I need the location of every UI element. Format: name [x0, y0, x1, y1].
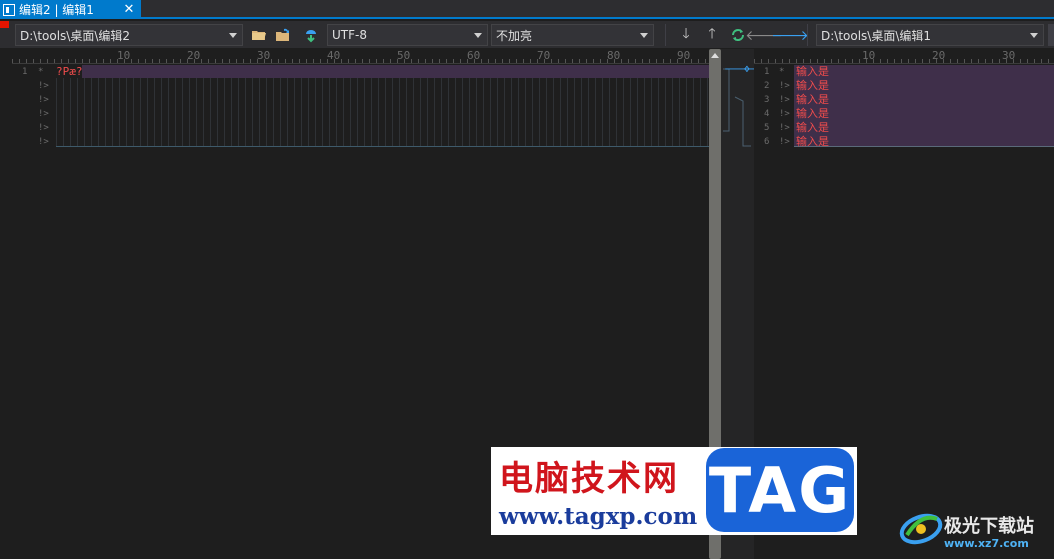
- highlight-select[interactable]: 不加亮: [491, 24, 654, 46]
- line-mark: !>: [779, 109, 790, 119]
- line-mark: *: [779, 67, 785, 77]
- right-ruler: 10 20 30: [754, 49, 1054, 64]
- watermark-site-url: www.xz7.com: [944, 537, 1029, 550]
- highlight-value: 不加亮: [496, 28, 533, 43]
- line-mark: !>: [38, 81, 49, 91]
- line-mark: !>: [38, 123, 49, 133]
- right-path-select[interactable]: D:\tools\桌面\编辑1: [816, 24, 1044, 46]
- watermark-url: www.tagxp.com: [499, 503, 698, 530]
- line-mark: !>: [779, 137, 790, 147]
- ruler-marks: [12, 59, 709, 63]
- toolbar-separator: [807, 24, 808, 46]
- toolbar-overflow: [1048, 24, 1054, 46]
- line-number: 5: [764, 123, 770, 133]
- diff-highlight: [794, 65, 1054, 147]
- chevron-down-icon: [229, 33, 237, 38]
- line-number: 4: [764, 109, 770, 119]
- line-mark: !>: [779, 95, 790, 105]
- diff-highlight: [82, 65, 709, 78]
- right-path-value: D:\tools\桌面\编辑1: [821, 28, 932, 43]
- line-number: 3: [764, 95, 770, 105]
- code-line[interactable]: 输入是: [796, 93, 829, 107]
- next-diff-icon[interactable]: 🡓: [676, 25, 696, 45]
- compare-file-icon: [3, 3, 15, 16]
- ruler-marks: [754, 59, 1054, 63]
- encoding-select[interactable]: UTF-8: [327, 24, 488, 46]
- chevron-down-icon: [640, 33, 648, 38]
- code-line[interactable]: 输入是: [796, 65, 829, 79]
- placeholder-lines: [56, 78, 709, 147]
- toolbar-separator: [665, 24, 666, 46]
- left-path-select[interactable]: D:\tools\桌面\编辑2: [15, 24, 243, 46]
- close-icon[interactable]: ✕: [121, 2, 137, 17]
- line-mark: !>: [38, 137, 49, 147]
- watermark-site-name: 极光下载站: [944, 516, 1034, 537]
- line-number: 2: [764, 81, 770, 91]
- line-mark: !>: [779, 81, 790, 91]
- watermark-tag-logo: TAG: [706, 448, 854, 532]
- line-mark: *: [38, 67, 44, 77]
- code-line[interactable]: 输入是: [796, 121, 829, 135]
- tab-strip: 编辑2 | 编辑1 ✕: [0, 0, 1054, 19]
- scroll-up-icon[interactable]: [711, 53, 719, 58]
- reload-folder-icon[interactable]: [273, 25, 293, 45]
- left-ruler: 10 20 30 40 50 60 70 80 90: [12, 49, 709, 64]
- code-line[interactable]: 输入是: [796, 135, 829, 149]
- left-path-value: D:\tools\桌面\编辑2: [20, 28, 131, 43]
- line-mark: !>: [38, 95, 49, 105]
- code-line[interactable]: ?Pæ?: [56, 65, 83, 79]
- watermark-title: 电脑技术网: [499, 459, 679, 499]
- line-number: 6: [764, 137, 770, 147]
- open-folder-icon[interactable]: [249, 25, 269, 45]
- chevron-down-icon: [1030, 33, 1038, 38]
- aurora-logo-icon: [897, 505, 945, 549]
- modified-marker: [0, 21, 9, 28]
- copy-right-icon[interactable]: 🡒: [771, 25, 809, 45]
- code-line[interactable]: 输入是: [796, 79, 829, 93]
- prev-diff-icon[interactable]: 🡑: [702, 25, 722, 45]
- line-number: 1: [764, 67, 770, 77]
- line-number: 1: [22, 67, 28, 77]
- line-mark: !>: [38, 109, 49, 119]
- chevron-down-icon: [474, 33, 482, 38]
- document-tab[interactable]: 编辑2 | 编辑1 ✕: [0, 0, 141, 19]
- line-mark: !>: [779, 123, 790, 133]
- tab-title: 编辑2 | 编辑1: [19, 3, 94, 17]
- encoding-value: UTF-8: [332, 28, 367, 42]
- sync-icon[interactable]: [301, 25, 321, 45]
- code-line[interactable]: 输入是: [796, 107, 829, 121]
